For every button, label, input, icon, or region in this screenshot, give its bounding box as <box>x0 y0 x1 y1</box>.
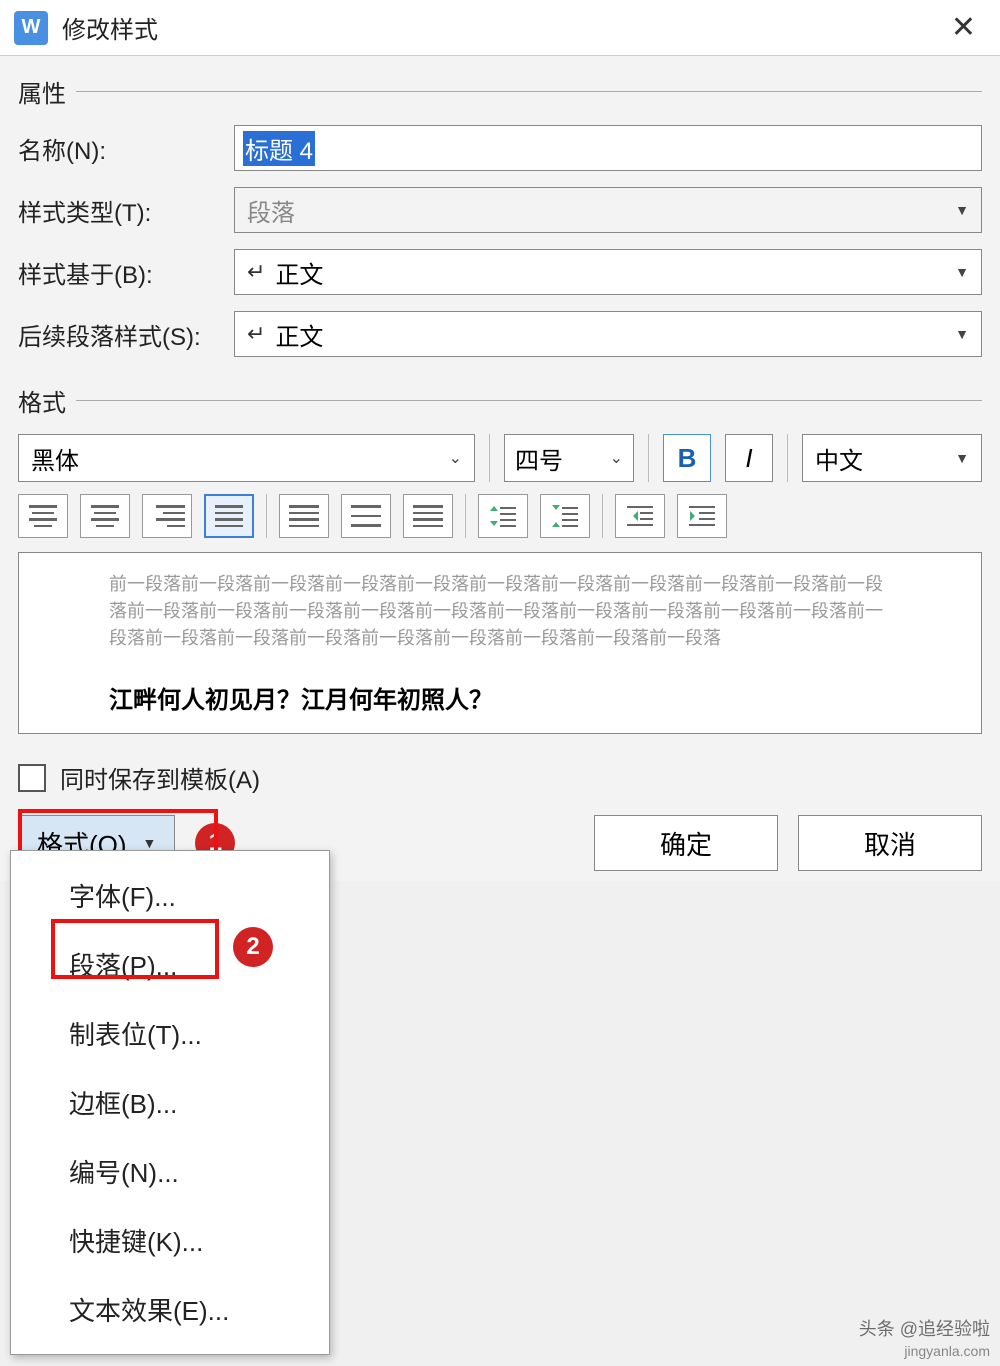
format-dropdown-menu: 字体(F)... 段落(P)... 制表位(T)... 边框(B)... 编号(… <box>10 850 330 1355</box>
save-to-template-label: 同时保存到模板(A) <box>60 760 260 795</box>
chevron-down-icon: ▼ <box>955 450 969 466</box>
next-style-label: 后续段落样式(S): <box>18 317 234 352</box>
next-style-value: 正文 <box>275 317 323 352</box>
line-spacing-normal-button[interactable] <box>403 494 453 538</box>
increase-indent-button[interactable] <box>677 494 727 538</box>
preview-context-text: 前一段落前一段落前一段落前一段落前一段落前一段落前一段落前一段落前一段落前一段落… <box>109 571 891 652</box>
close-icon[interactable]: ✕ <box>941 6 986 49</box>
italic-icon: I <box>745 443 752 474</box>
name-label: 名称(N): <box>18 131 234 166</box>
separator <box>266 494 267 538</box>
titlebar: W 修改样式 ✕ <box>0 0 1000 56</box>
watermark-line2: jingyanla.com <box>859 1342 990 1360</box>
menu-item-texteffect[interactable]: 文本效果(E)... <box>11 1275 329 1344</box>
chevron-down-icon: ▼ <box>143 835 157 851</box>
cancel-button[interactable]: 取消 <box>798 815 982 871</box>
watermark: 头条 @追经验啦 jingyanla.com <box>859 1318 990 1360</box>
divider <box>76 91 982 92</box>
dialog-title: 修改样式 <box>62 10 158 45</box>
based-on-value: 正文 <box>275 255 323 290</box>
align-left-button[interactable] <box>18 494 68 538</box>
language-dropdown[interactable]: 中文 ▼ <box>802 434 982 482</box>
menu-item-numbering[interactable]: 编号(N)... <box>11 1137 329 1206</box>
section-properties-label: 属性 <box>18 74 66 109</box>
based-on-dropdown[interactable]: ↵ 正文 ▼ <box>234 249 982 295</box>
save-to-template-checkbox[interactable] <box>18 764 46 792</box>
decrease-indent-button[interactable] <box>615 494 665 538</box>
separator <box>602 494 603 538</box>
separator <box>787 434 788 482</box>
return-icon: ↵ <box>247 321 265 347</box>
annotation-highlight-2 <box>51 919 219 979</box>
separator <box>648 434 649 482</box>
bold-button[interactable]: B <box>663 434 711 482</box>
menu-item-tabs[interactable]: 制表位(T)... <box>11 999 329 1068</box>
chevron-down-icon: ▼ <box>955 326 969 342</box>
align-center-button[interactable] <box>80 494 130 538</box>
decrease-para-spacing-button[interactable] <box>540 494 590 538</box>
style-type-label: 样式类型(T): <box>18 193 234 228</box>
wps-logo-icon: W <box>14 11 48 45</box>
style-preview: 前一段落前一段落前一段落前一段落前一段落前一段落前一段落前一段落前一段落前一段落… <box>18 552 982 734</box>
separator <box>465 494 466 538</box>
line-spacing-loose-button[interactable] <box>341 494 391 538</box>
name-value-selected: 标题 4 <box>243 131 315 166</box>
name-input[interactable]: 标题 4 <box>234 125 982 171</box>
menu-item-shortcut[interactable]: 快捷键(K)... <box>11 1206 329 1275</box>
language-value: 中文 <box>815 441 863 476</box>
return-icon: ↵ <box>247 259 265 285</box>
menu-item-border[interactable]: 边框(B)... <box>11 1068 329 1137</box>
align-right-button[interactable] <box>142 494 192 538</box>
ok-label: 确定 <box>660 825 712 862</box>
align-justify-button[interactable] <box>204 494 254 538</box>
section-format-label: 格式 <box>18 383 66 418</box>
ok-button[interactable]: 确定 <box>594 815 778 871</box>
chevron-down-icon: ▼ <box>955 264 969 280</box>
chevron-down-icon: ▼ <box>955 202 969 218</box>
preview-sample-text: 江畔何人初见月？江月何年初照人？ <box>109 680 891 715</box>
increase-para-spacing-button[interactable] <box>478 494 528 538</box>
italic-button[interactable]: I <box>725 434 773 482</box>
chevron-down-icon: ⌄ <box>610 448 623 468</box>
section-format-title: 格式 <box>18 383 982 418</box>
watermark-line1: 头条 @追经验啦 <box>859 1318 990 1341</box>
based-on-label: 样式基于(B): <box>18 255 234 290</box>
style-type-dropdown: 段落 ▼ <box>234 187 982 233</box>
divider <box>76 400 982 401</box>
font-family-dropdown[interactable]: 黑体 ⌄ <box>18 434 475 482</box>
font-family-value: 黑体 <box>31 441 79 476</box>
section-properties-title: 属性 <box>18 74 982 109</box>
bold-icon: B <box>678 443 697 474</box>
chevron-down-icon: ⌄ <box>449 448 462 468</box>
next-style-dropdown[interactable]: ↵ 正文 ▼ <box>234 311 982 357</box>
style-type-value: 段落 <box>247 193 295 228</box>
font-size-value: 四号 <box>515 441 563 476</box>
font-size-dropdown[interactable]: 四号 ⌄ <box>504 434 634 482</box>
annotation-badge-2: 2 <box>233 927 273 967</box>
cancel-label: 取消 <box>864 825 916 862</box>
line-spacing-tight-button[interactable] <box>279 494 329 538</box>
separator <box>489 434 490 482</box>
